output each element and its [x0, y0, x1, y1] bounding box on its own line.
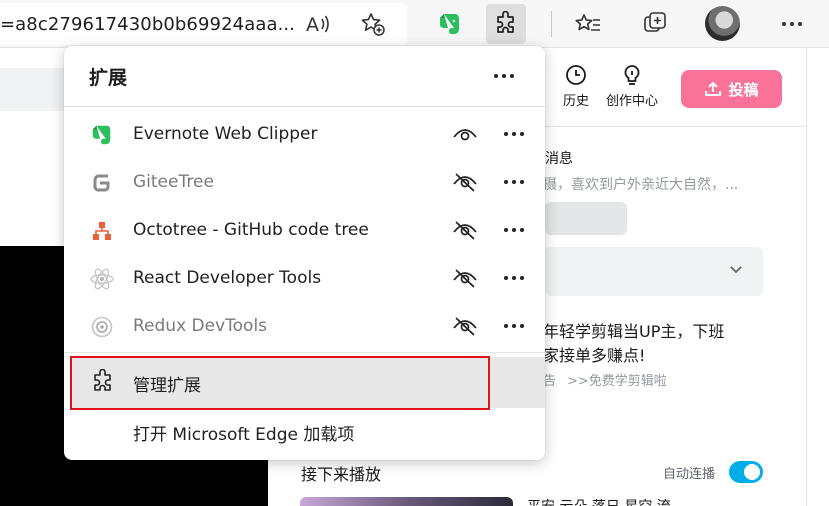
chevron-down-icon[interactable]: [728, 262, 744, 278]
extension-name: GiteeTree: [133, 172, 214, 192]
more-horizontal-icon: [504, 324, 524, 328]
extension-item-octotree[interactable]: Octotree - GitHub code tree: [64, 206, 545, 254]
upload-label: 投稿: [728, 80, 759, 99]
upload-icon: [705, 81, 722, 96]
extension-item-evernote[interactable]: Evernote Web Clipper: [64, 110, 545, 158]
evernote-icon[interactable]: [430, 4, 470, 44]
autoplay-toggle[interactable]: [729, 461, 763, 483]
page-scroll-border: [806, 48, 807, 506]
history-icon: [566, 65, 586, 85]
up-next-heading: 接下来播放: [301, 465, 382, 484]
next-video-thumbnail[interactable]: [300, 497, 513, 506]
extensions-icon[interactable]: [486, 4, 526, 44]
collections-icon[interactable]: [635, 4, 675, 44]
profile-avatar[interactable]: [705, 6, 740, 41]
creator-center-button[interactable]: 创作中心: [606, 64, 658, 109]
extensions-more-button[interactable]: [489, 61, 519, 91]
action-pill[interactable]: [545, 202, 627, 235]
extension-name: React Developer Tools: [133, 268, 322, 288]
extension-name: Octotree - GitHub code tree: [133, 220, 369, 240]
eye-off-icon[interactable]: [450, 169, 480, 195]
ad-line-1[interactable]: 年轻学剪辑当UP主，下班: [543, 318, 724, 342]
page-search-bar-fragment: [0, 68, 64, 111]
extension-more-button[interactable]: [499, 311, 529, 341]
url-text[interactable]: =a8c279617430b0b69924aaa...: [0, 14, 295, 35]
next-video-title[interactable]: 平安 云朵 落日 星空 流: [527, 496, 671, 506]
lightbulb-icon: [624, 65, 640, 85]
extensions-header: 扩展: [64, 46, 545, 107]
creator-center-label: 创作中心: [606, 94, 659, 109]
extension-item-redux-devtools[interactable]: Redux DevTools: [64, 302, 545, 350]
add-favorite-icon[interactable]: [353, 4, 393, 44]
extension-item-react-devtools[interactable]: React Developer Tools: [64, 254, 545, 302]
address-bar[interactable]: =a8c279617430b0b69924aaa...: [0, 3, 407, 45]
more-menu-icon[interactable]: [772, 4, 812, 44]
extensions-panel: 扩展 Evernote Web Clipper GiteeTree Octotr…: [64, 46, 545, 460]
browser-toolbar: =a8c279617430b0b69924aaa... A: [0, 0, 829, 48]
favorites-icon[interactable]: [568, 4, 608, 44]
eye-off-icon[interactable]: [450, 313, 480, 339]
redux-icon: [89, 314, 115, 340]
svg-text:A: A: [306, 14, 319, 35]
gitee-icon: [89, 170, 115, 196]
extension-more-button[interactable]: [499, 263, 529, 293]
octotree-icon: [89, 218, 115, 244]
upload-button[interactable]: 投稿: [681, 70, 782, 108]
extensions-divider: [64, 352, 545, 353]
more-horizontal-icon: [494, 74, 514, 78]
more-horizontal-icon: [504, 228, 524, 232]
more-horizontal-icon: [504, 276, 524, 280]
autoplay-label: 自动连播: [663, 467, 716, 482]
extension-more-button[interactable]: [499, 215, 529, 245]
description-text: 摄，喜欢到户外亲近大自然，...: [543, 177, 739, 193]
history-label: 历史: [563, 94, 590, 109]
extension-name: Evernote Web Clipper: [133, 124, 318, 144]
react-icon: [89, 266, 115, 292]
messages-label[interactable]: 消息: [545, 148, 573, 168]
ad-link[interactable]: >>免费学剪辑啦: [567, 370, 667, 389]
extension-more-button[interactable]: [499, 167, 529, 197]
eye-icon[interactable]: [450, 121, 480, 147]
eye-off-icon[interactable]: [450, 217, 480, 243]
history-button[interactable]: 历史: [563, 64, 589, 109]
eye-off-icon[interactable]: [450, 265, 480, 291]
open-edge-addons-label: 打开 Microsoft Edge 加载项: [133, 425, 355, 445]
read-aloud-icon[interactable]: A: [298, 4, 338, 44]
more-horizontal-icon: [504, 132, 524, 136]
evernote-icon: [89, 122, 115, 148]
extension-item-giteetree[interactable]: GiteeTree: [64, 158, 545, 206]
ad-line-2[interactable]: 家接单多赚点!: [543, 342, 645, 366]
extension-name: Redux DevTools: [133, 316, 268, 336]
highlight-box: [70, 356, 490, 410]
extensions-title: 扩展: [89, 67, 128, 89]
extension-more-button[interactable]: [499, 119, 529, 149]
toolbar-separator: [551, 11, 552, 37]
more-horizontal-icon: [504, 180, 524, 184]
open-edge-addons-item[interactable]: 打开 Microsoft Edge 加载项: [64, 410, 545, 454]
